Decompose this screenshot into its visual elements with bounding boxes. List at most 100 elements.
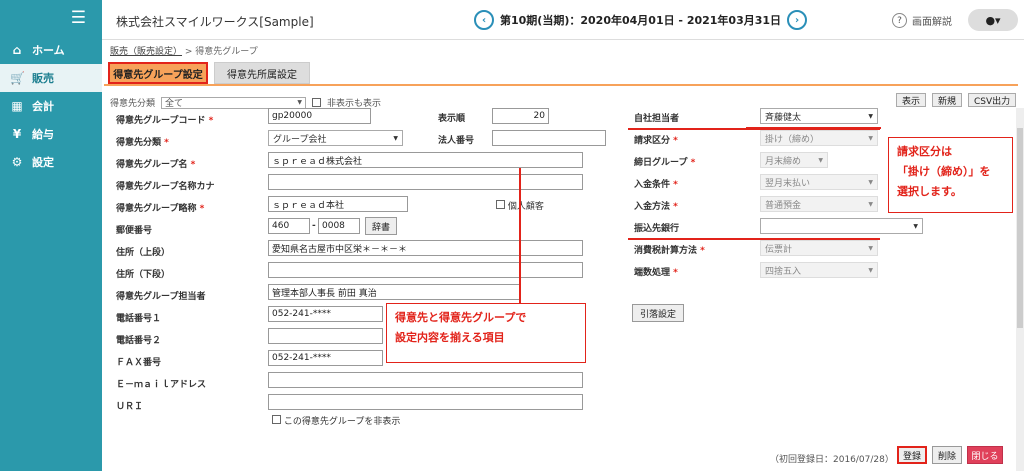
chevron-down-icon: ▼ bbox=[868, 200, 873, 208]
zip-dash: - bbox=[312, 221, 316, 231]
label-text: 消費税計算方法 bbox=[634, 246, 698, 256]
question-icon: ? bbox=[892, 13, 907, 28]
hide-group-checkbox[interactable] bbox=[272, 415, 281, 424]
sidebar-item-3[interactable]: ¥ 給与 bbox=[0, 120, 102, 148]
scrollbar-thumb[interactable] bbox=[1017, 128, 1023, 328]
filter-select[interactable]: 全て ▼ bbox=[161, 96, 307, 109]
user-menu-button[interactable]: ●▾ bbox=[968, 9, 1018, 31]
menu-icon[interactable]: ☰ bbox=[0, 0, 102, 36]
callout-line: 請求区分は bbox=[897, 145, 952, 158]
field-addr1[interactable]: 愛知県名古屋市中区栄＊－＊－＊ bbox=[268, 240, 583, 256]
csv-export-button[interactable]: CSV出力 bbox=[968, 93, 1017, 107]
field-name[interactable]: ｓｐｒｅａｄ株式会社 bbox=[268, 152, 583, 168]
select-value: 翌月末払い bbox=[765, 178, 811, 189]
sidebar-item-2[interactable]: ▦ 会計 bbox=[0, 92, 102, 120]
gear-icon: ⚙ bbox=[11, 155, 23, 169]
sidebar-item-label: 給与 bbox=[32, 128, 54, 141]
select-value: 斉藤健太 bbox=[765, 112, 802, 123]
field-code[interactable]: gp20000 bbox=[268, 108, 371, 124]
label-bank: 振込先銀行 bbox=[634, 221, 679, 234]
field-addr2[interactable] bbox=[268, 262, 583, 278]
scrollbar[interactable] bbox=[1016, 108, 1024, 471]
tab-group-settings[interactable]: 得意先グループ設定 bbox=[108, 62, 208, 84]
sidebar-item-1[interactable]: 🛒 販売 bbox=[0, 64, 102, 92]
field-tel1[interactable]: 052-241-**** bbox=[268, 306, 383, 322]
field-person[interactable]: 管理本部人事長 前田 真治 bbox=[268, 284, 520, 300]
select-value: 月末締め bbox=[765, 156, 802, 167]
field-zip2[interactable]: 0008 bbox=[318, 218, 360, 234]
delete-button[interactable]: 削除 bbox=[932, 446, 962, 464]
tab-affiliation-settings[interactable]: 得意先所属設定 bbox=[214, 62, 310, 84]
sidebar: ☰ ⌂ ホーム 🛒 販売 ▦ 会計 ¥ 給与 ⚙ 設定 bbox=[0, 0, 102, 471]
select-class[interactable]: グループ会社 ▼ bbox=[268, 130, 403, 146]
label-addr2: 住所（下段） bbox=[116, 267, 170, 280]
new-button[interactable]: 新規 bbox=[932, 93, 963, 107]
next-period-icon[interactable]: › bbox=[787, 10, 808, 30]
required-mark: * bbox=[687, 158, 696, 168]
select-staff[interactable]: 斉藤健太 ▼ bbox=[760, 108, 878, 124]
select-rounding[interactable]: 四捨五入 ▼ bbox=[760, 262, 878, 278]
close-button[interactable]: 閉じる bbox=[967, 446, 1003, 464]
filter-value: 全て bbox=[165, 99, 184, 109]
field-tel2[interactable] bbox=[268, 328, 383, 344]
sidebar-item-label: 設定 bbox=[32, 156, 54, 169]
select-payterm[interactable]: 翌月末払い ▼ bbox=[760, 174, 878, 190]
select-taxcalc[interactable]: 伝票計 ▼ bbox=[760, 240, 878, 256]
label-text: 端数処理 bbox=[634, 268, 671, 278]
register-button[interactable]: 登録 bbox=[897, 446, 927, 464]
label-text: 郵便番号 bbox=[116, 226, 153, 236]
field-zip1[interactable]: 460 bbox=[268, 218, 310, 234]
select-bank[interactable]: ▼ bbox=[760, 218, 923, 234]
field-fax[interactable]: 052-241-**** bbox=[268, 350, 383, 366]
label-zip: 郵便番号 bbox=[116, 223, 152, 236]
field-order[interactable]: 20 bbox=[492, 108, 549, 124]
required-mark: * bbox=[196, 204, 205, 214]
label-corp: 法人番号 bbox=[438, 133, 474, 146]
label-text: 得意先グループ略称 bbox=[116, 204, 197, 214]
label-person: 得意先グループ担当者 bbox=[116, 289, 205, 302]
field-uri[interactable] bbox=[268, 394, 583, 410]
select-value: 普通預金 bbox=[765, 200, 802, 211]
chevron-down-icon: ▼ bbox=[868, 134, 873, 142]
label-class: 得意先分類 * bbox=[116, 135, 169, 148]
label-closing: 締日グループ * bbox=[634, 155, 695, 168]
label-text: Ｅ－ｍａｉｌアドレス bbox=[116, 380, 207, 390]
chevron-down-icon: ▼ bbox=[868, 266, 873, 274]
label-name: 得意先グループ名 * bbox=[116, 157, 195, 170]
field-abbr[interactable]: ｓｐｒｅａｄ本社 bbox=[268, 196, 408, 212]
required-mark: * bbox=[205, 116, 214, 126]
company-name: 株式会社スマイルワークス[Sample] bbox=[116, 15, 314, 29]
period-nav: ‹ 第10期(当期)：2020年04月01日 - 2021年03月31日 › bbox=[474, 10, 808, 30]
breadcrumb-link[interactable]: 販売（販売設定） bbox=[110, 47, 182, 57]
field-email[interactable] bbox=[268, 372, 583, 388]
prev-period-icon[interactable]: ‹ bbox=[474, 10, 494, 30]
show-hidden-checkbox[interactable] bbox=[312, 98, 322, 107]
select-billing[interactable]: 掛け（締め） ▼ bbox=[760, 130, 878, 146]
label-text: 得意先グループ名称カナ bbox=[116, 182, 215, 192]
label-email: Ｅ－ｍａｉｌアドレス bbox=[116, 377, 206, 390]
label-addr1: 住所（上段） bbox=[116, 245, 170, 258]
label-payterm: 入金条件 * bbox=[634, 177, 678, 190]
field-corp[interactable] bbox=[492, 130, 606, 146]
label-order: 表示順 bbox=[438, 111, 465, 124]
select-closing[interactable]: 月末締め ▼ bbox=[760, 152, 828, 168]
dictionary-button[interactable]: 辞書 bbox=[365, 217, 397, 235]
individual-checkbox[interactable] bbox=[496, 200, 505, 209]
sidebar-item-4[interactable]: ⚙ 設定 bbox=[0, 148, 102, 176]
label-text: 請求区分 bbox=[634, 136, 671, 146]
label-text: 住所（上段） bbox=[116, 248, 171, 258]
required-mark: * bbox=[670, 136, 678, 146]
field-kana[interactable] bbox=[268, 174, 583, 190]
label-uri: ＵＲＩ bbox=[116, 399, 143, 412]
display-button[interactable]: 表示 bbox=[896, 93, 927, 107]
home-icon: ⌂ bbox=[12, 43, 22, 57]
connector-vert bbox=[519, 168, 521, 304]
help-link[interactable]: ? 画面解説 bbox=[892, 13, 952, 28]
sidebar-item-0[interactable]: ⌂ ホーム bbox=[0, 36, 102, 64]
callout-align-items: 得意先と得意先グループで 設定内容を揃える項目 bbox=[386, 303, 586, 363]
debit-settings-button[interactable]: 引落設定 bbox=[632, 304, 684, 322]
highlight-billing-select bbox=[746, 127, 881, 129]
select-paymethod[interactable]: 普通預金 ▼ bbox=[760, 196, 878, 212]
required-mark: * bbox=[670, 180, 678, 190]
hide-group-row: この得意先グループを非表示 bbox=[272, 414, 400, 427]
